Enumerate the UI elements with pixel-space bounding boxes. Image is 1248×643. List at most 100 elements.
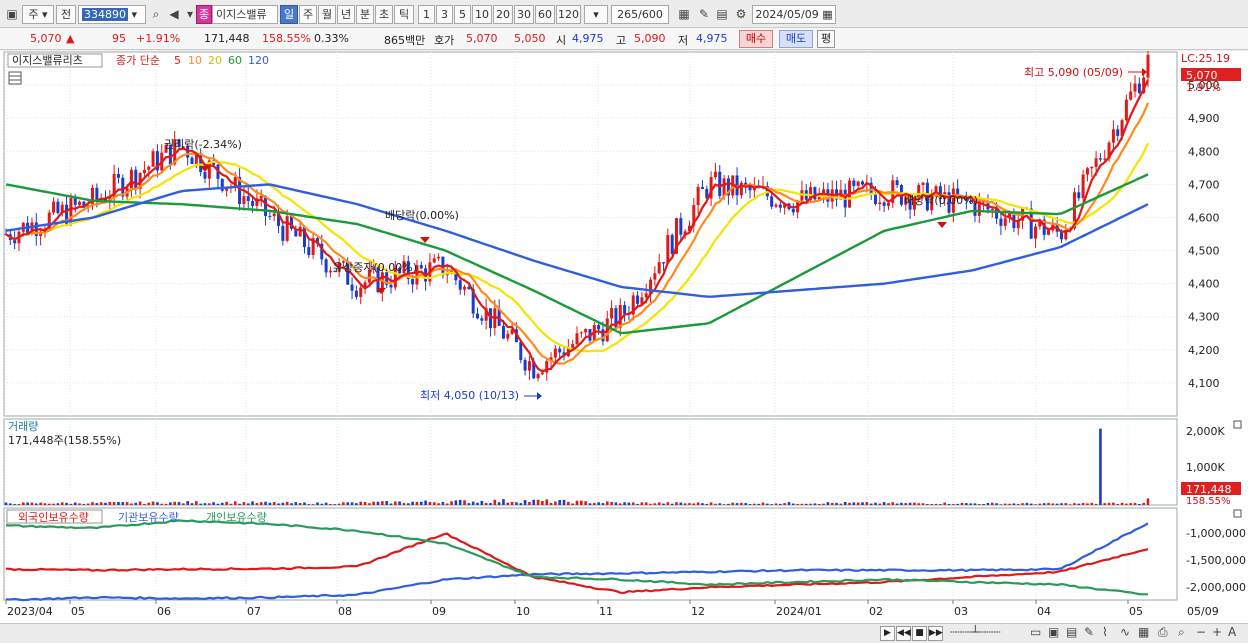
tab-minute[interactable]: 분 [356,5,374,24]
candle-body [999,218,1003,226]
interval-3[interactable]: 3 [436,5,453,24]
tab-tick[interactable]: 틱 [394,5,414,24]
volume-panel-close-icon[interactable] [1233,420,1242,429]
count-field[interactable]: 265/600 [611,5,669,24]
volume-bar [644,502,648,505]
sell-button[interactable]: 매도 [779,30,813,48]
tab-month[interactable]: 월 [318,5,336,24]
eval-button[interactable]: 평 [817,30,835,48]
zoom-slider[interactable]: ┄┄┄┴┄┄┄ [950,625,1020,639]
volume-bar [199,503,202,505]
holdings-panel-close-icon[interactable] [1233,509,1242,518]
forward-button[interactable]: ▶▶ [928,626,943,641]
chart-svg[interactable]: 4,100 4,200 4,300 4,400 4,500 4,600 4,700 4,800… [0,51,1248,623]
prev-button[interactable]: 전 [56,5,76,24]
volume-bar [333,504,337,505]
save-icon[interactable]: ▤ [714,6,730,22]
x-tick-label: 05 [1129,605,1143,618]
volume-bar [554,501,557,505]
market-select[interactable]: 주 ▾ [22,5,54,24]
interval-20[interactable]: 20 [493,5,513,24]
chart-area[interactable]: 4,100 4,200 4,300 4,400 4,500 4,600 4,700 4,800… [0,51,1248,623]
font-size-icon[interactable]: A [1228,625,1236,639]
interval-120[interactable]: 120 [556,5,581,24]
stock-type-badge: 종 [196,5,212,24]
volume-bar [143,503,146,505]
tab-year[interactable]: 년 [337,5,355,24]
tab-day[interactable]: 일 [280,5,298,24]
volume-bar [605,501,609,505]
crosshair-icon[interactable]: ✎ [696,6,712,22]
speaker-icon[interactable]: ◀ [166,6,182,22]
volume-bar [588,503,592,505]
volume-bar [921,503,925,505]
tab-second[interactable]: 초 [375,5,393,24]
holdings-tick-1: -1,000,000 [1186,527,1246,540]
stock-name-field[interactable]: 이지스밸류 [212,5,278,24]
volume-bar [718,503,722,505]
zoom-out-icon[interactable]: − [1196,625,1206,639]
gear-icon[interactable]: ⚙ [733,6,749,22]
candle-body [696,187,700,206]
volume-bar [995,503,998,505]
window-icon[interactable]: ▣ [4,6,20,22]
trend-icon[interactable]: ∿ [1120,625,1130,639]
stop-button[interactable]: ■ [912,626,927,641]
code-input[interactable]: 334890 ▾ [78,5,146,24]
candle-body [1003,218,1007,226]
play-button[interactable]: ▶ [880,626,895,641]
volume-bar [874,502,877,505]
zoom-in-icon[interactable]: + [1212,625,1222,639]
volume-bar [480,500,484,505]
drawing-icon[interactable]: ✎ [1084,625,1094,639]
candle-body [458,280,462,290]
interval-10[interactable]: 10 [472,5,492,24]
volume-bar [1099,428,1102,505]
volume-bar [277,503,280,505]
volume-bar [640,502,644,505]
interval-30[interactable]: 30 [514,5,534,24]
interval-60[interactable]: 60 [535,5,555,24]
candle-body [281,225,285,241]
compare-icon[interactable]: ▣ [1048,625,1059,639]
volume-bar [125,502,129,505]
capture-icon[interactable]: ▦ [1138,625,1149,639]
candle-body [142,169,146,174]
rights-issue-annotation: 유상증자(0.00%) [333,261,417,274]
candle-body [878,202,882,205]
zoom-icon[interactable]: ⌕ [1178,625,1185,640]
table-toggle-icon[interactable] [8,71,22,85]
layout-icon[interactable]: ▭ [1030,625,1041,639]
candle-body [324,259,328,273]
interval-1[interactable]: 1 [418,5,435,24]
candle-body [921,182,925,186]
volume-bar [653,503,657,505]
date-field[interactable]: 2024/05/09 ▦ [752,5,836,24]
interval-5[interactable]: 5 [454,5,471,24]
individual-legend: 개인보유수량 [206,511,267,524]
price-change: 95 [112,32,126,45]
volume-bar [389,503,393,505]
magnet-icon[interactable]: ⌇ [1102,625,1108,639]
tab-second-label: 초 [378,8,390,21]
volume-value: 171,448 [204,32,250,45]
volume-bar [342,502,345,505]
search-icon[interactable]: ⌕ [148,6,164,22]
last-pct-tag: 1.91% [1186,81,1221,94]
interval-select[interactable]: ▾ [584,5,608,24]
tab-week[interactable]: 주 [299,5,317,24]
chart-tools-icon[interactable]: ▦ [676,6,692,22]
rewind-button[interactable]: ◀◀ [896,626,911,641]
volume-bar [567,501,570,505]
volume-value-label: 171,448주(158.55%) [8,434,121,447]
volume-bar [1012,503,1016,505]
volume-bar [108,501,112,505]
price-tick-label: 4,600 [1188,211,1220,224]
indicator-icon[interactable]: ▤ [1066,625,1077,639]
volume-bar [316,502,319,505]
buy-button[interactable]: 매수 [739,30,773,48]
interval-30-label: 30 [517,8,531,21]
print-icon[interactable]: ⎙ [1158,625,1168,640]
x-tick-label: 05 [71,605,85,618]
volume-bar [977,504,981,505]
